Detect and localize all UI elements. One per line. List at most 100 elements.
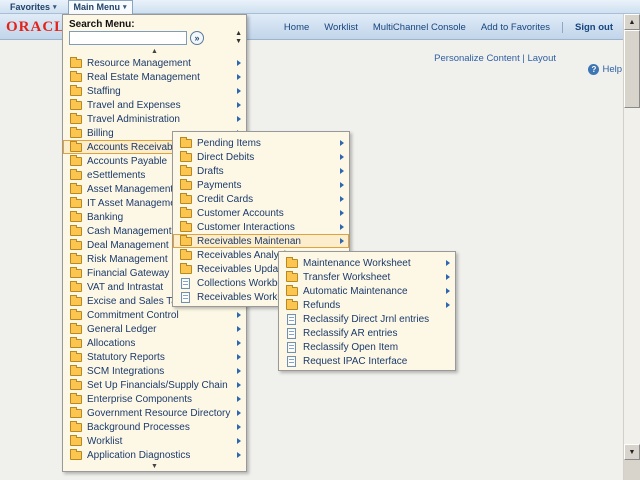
folder-icon	[70, 185, 82, 194]
submenu-arrow-icon	[340, 238, 344, 244]
menu-item[interactable]: Real Estate Management	[63, 70, 246, 84]
menu-item[interactable]: Refunds	[279, 298, 455, 312]
menu-item-label: Reclassify Open Item	[303, 342, 450, 353]
menu-scroll-down[interactable]: ▼	[63, 462, 246, 471]
menu-item-label: General Ledger	[87, 324, 234, 335]
folder-icon	[70, 199, 82, 208]
menu-item[interactable]: Staffing	[63, 84, 246, 98]
header-link[interactable]: Add to Favorites	[481, 22, 550, 33]
folder-icon	[286, 273, 298, 282]
folder-icon	[70, 143, 82, 152]
submenu-arrow-icon	[340, 182, 344, 188]
submenu-arrow-icon	[340, 168, 344, 174]
submenu-arrow-icon	[237, 424, 241, 430]
menu-item[interactable]: Direct Debits	[173, 150, 349, 164]
menu-item[interactable]: Resource Management	[63, 56, 246, 70]
folder-icon	[180, 195, 192, 204]
scrollbar-thumb[interactable]	[624, 30, 640, 108]
menu-item[interactable]: SCM Integrations	[63, 364, 246, 378]
menu-item[interactable]: Customer Interactions	[173, 220, 349, 234]
submenu-arrow-icon	[237, 116, 241, 122]
menu-item[interactable]: Enterprise Components	[63, 392, 246, 406]
menu-item[interactable]: Customer Accounts	[173, 206, 349, 220]
menu-item[interactable]: Set Up Financials/Supply Chain	[63, 378, 246, 392]
folder-icon	[180, 181, 192, 190]
submenu-arrow-icon	[340, 196, 344, 202]
folder-icon	[180, 167, 192, 176]
menu-item[interactable]: Reclassify Open Item	[279, 340, 455, 354]
header-links: Home Worklist MultiChannel Console Add to F…	[269, 14, 613, 40]
menu-item[interactable]: Application Diagnostics	[63, 448, 246, 462]
document-icon	[181, 278, 190, 289]
menu-item[interactable]: Background Processes	[63, 420, 246, 434]
menu-item-label: Worklist	[87, 436, 234, 447]
menu-item[interactable]: Travel Administration	[63, 112, 246, 126]
menu-scroll-up[interactable]: ▲	[63, 47, 246, 56]
menu-item-label: Statutory Reports	[87, 352, 234, 363]
menu-item[interactable]: Travel and Expenses	[63, 98, 246, 112]
folder-icon	[70, 213, 82, 222]
menu-item[interactable]: Government Resource Directory	[63, 406, 246, 420]
submenu-arrow-icon	[340, 154, 344, 160]
menu-item-label: Maintenance Worksheet	[303, 258, 443, 269]
submenu-arrow-icon	[237, 382, 241, 388]
personalize-content-link[interactable]: Personalize Content | Layout	[434, 53, 556, 64]
scrollbar-up-button[interactable]: ▲	[624, 14, 640, 30]
menu-item[interactable]: Drafts	[173, 164, 349, 178]
menu-item[interactable]: Allocations	[63, 336, 246, 350]
folder-icon	[70, 409, 82, 418]
menu-item[interactable]: Maintenance Worksheet	[279, 256, 455, 270]
submenu-arrow-icon	[237, 60, 241, 66]
menu-item[interactable]: Credit Cards	[173, 192, 349, 206]
menu-item[interactable]: Transfer Worksheet	[279, 270, 455, 284]
document-icon	[287, 328, 296, 339]
menu-item[interactable]: Receivables Maintenan	[173, 234, 349, 248]
main-menu-button[interactable]: Main Menu ▾	[68, 0, 133, 14]
menu-item-label: SCM Integrations	[87, 366, 234, 377]
menu-item[interactable]: Pending Items	[173, 136, 349, 150]
menu-item-label: Payments	[197, 180, 337, 191]
menu-item-label: Receivables Maintenan	[197, 236, 337, 247]
search-go-button[interactable]: »	[190, 31, 204, 45]
menu-item-label: Refunds	[303, 300, 443, 311]
chevron-down-icon: ▾	[53, 3, 57, 11]
header-link[interactable]: Worklist	[324, 22, 358, 33]
menu-item-label: Staffing	[87, 86, 234, 97]
menu-item[interactable]: Reclassify Direct Jrnl entries	[279, 312, 455, 326]
scrollbar-corner	[624, 460, 640, 480]
sign-out-link[interactable]: Sign out	[562, 22, 613, 33]
vertical-scrollbar[interactable]: ▲ ▼	[623, 14, 640, 480]
scrollbar-down-button[interactable]: ▼	[624, 444, 640, 460]
main-menu-label: Main Menu	[74, 2, 121, 12]
folder-icon	[70, 129, 82, 138]
receivables-maintenance-submenu: Maintenance Worksheet Transfer Worksheet…	[278, 251, 456, 371]
favorites-menu-button[interactable]: Favorites ▾	[5, 0, 62, 14]
menu-item[interactable]: Request IPAC Interface	[279, 354, 455, 368]
folder-icon	[286, 301, 298, 310]
menu-item[interactable]: Commitment Control	[63, 308, 246, 322]
submenu-arrow-icon	[237, 102, 241, 108]
menu-item[interactable]: Statutory Reports	[63, 350, 246, 364]
folder-icon	[70, 367, 82, 376]
menu-search-input[interactable]	[69, 31, 187, 45]
menu-item[interactable]: Automatic Maintenance	[279, 284, 455, 298]
scroll-up-icon: ▲	[235, 30, 242, 37]
menu-item[interactable]: General Ledger	[63, 322, 246, 336]
header-link-list: Home Worklist MultiChannel Console Add to F…	[269, 22, 550, 33]
menu-item[interactable]: Worklist	[63, 434, 246, 448]
menu-item[interactable]: Reclassify AR entries	[279, 326, 455, 340]
menu-item-label: Enterprise Components	[87, 394, 234, 405]
menu-resize-control[interactable]: ▲ ▼	[235, 30, 242, 45]
folder-icon	[180, 139, 192, 148]
header-link[interactable]: Home	[284, 22, 309, 33]
folder-icon	[180, 223, 192, 232]
menu-item-label: Travel and Expenses	[87, 100, 234, 111]
menu-item[interactable]: Payments	[173, 178, 349, 192]
folder-icon	[70, 157, 82, 166]
submenu-arrow-icon	[237, 74, 241, 80]
submenu-arrow-icon	[237, 340, 241, 346]
submenu-arrow-icon	[237, 368, 241, 374]
help-link[interactable]: ? Help	[588, 64, 622, 75]
submenu-arrow-icon	[237, 410, 241, 416]
header-link[interactable]: MultiChannel Console	[373, 22, 466, 33]
